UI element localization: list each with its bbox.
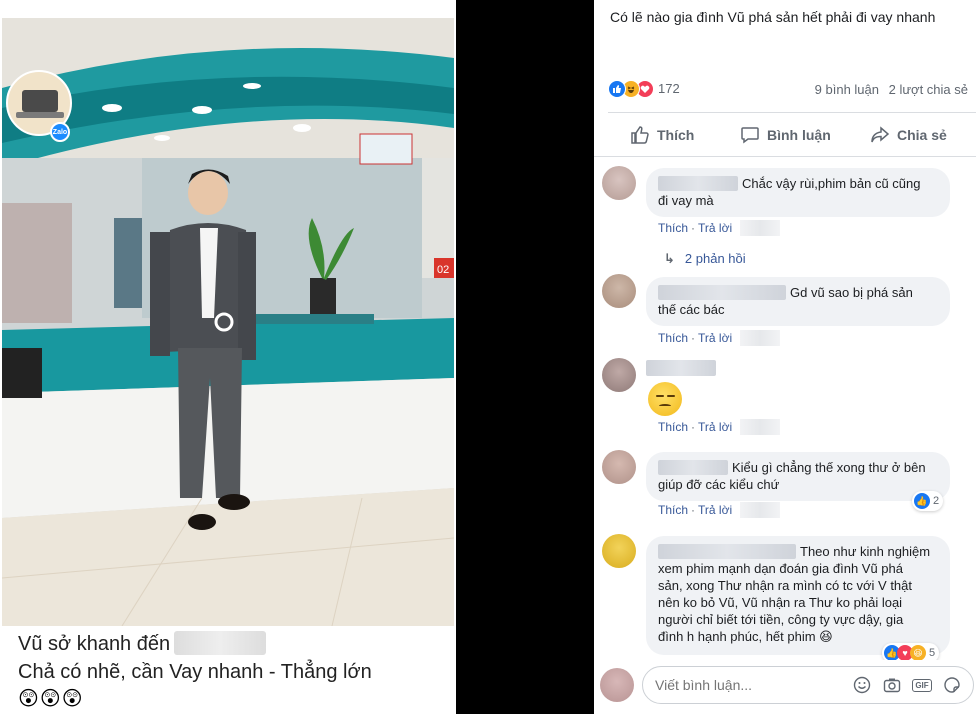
avatar[interactable] <box>602 534 636 568</box>
zalo-badge: Zalo <box>50 122 70 142</box>
like-button-label: Thích <box>657 127 695 143</box>
thumbs-up-icon <box>631 126 649 144</box>
caption-line-2: Chả có nhẽ, cần Vay nhanh - Thẳng lớn <box>18 661 372 683</box>
comment-like-link[interactable]: Thích <box>658 420 688 434</box>
post-stats: 9 bình luận 2 lượt chia sẻ <box>815 82 968 97</box>
comment-meta: Thích · Trả lời <box>658 330 781 346</box>
disappointed-face-icon <box>648 382 682 416</box>
blurred-timestamp <box>740 419 781 435</box>
gif-icon[interactable]: GIF <box>912 675 932 695</box>
photo-caption: Vũ sở khanh đến Chả có nhẽ, cần Vay nhan… <box>0 626 456 714</box>
avatar[interactable] <box>602 450 636 484</box>
comment-meta: Thích · Trả lời <box>658 502 781 518</box>
blurred-commenter-name[interactable] <box>658 460 728 475</box>
comment-text-cont: xem phim mạnh dạn đoán gia đình Vũ phá <box>658 561 904 576</box>
share-button[interactable]: Chia sẻ <box>870 120 947 150</box>
post-photo[interactable]: 02 Zalo <box>2 18 454 626</box>
card-top-strip <box>0 0 456 10</box>
blurred-name <box>174 631 267 655</box>
comment-text: Kiểu gì chẳng thế xong thư ở bên <box>732 460 926 475</box>
comment-reaction-count: 5 <box>929 647 936 659</box>
current-user-avatar <box>600 668 634 702</box>
comment-reaction-badge[interactable]: 👍 2 <box>912 491 944 511</box>
comment-count-link[interactable]: 9 bình luận <box>815 82 879 97</box>
post-action-bar: Thích Bình luận Chia sẻ <box>594 120 976 150</box>
comment-icon <box>741 127 759 144</box>
avatar[interactable] <box>602 166 636 200</box>
caption-line-1: Vũ sở khanh đến <box>18 630 440 658</box>
comment-text: Chắc vậy rùi,phim bản cũ cũng <box>742 176 921 191</box>
comment-text-cont: giúp đỡ các kiểu chứ <box>658 477 780 492</box>
comment-text-cont: nên ko bỏ Vũ, Vũ nhận ra Thư ko phải loạ… <box>658 595 903 610</box>
share-button-label: Chia sẻ <box>897 127 947 143</box>
blurred-commenter-name[interactable] <box>658 176 738 191</box>
comment-button[interactable]: Bình luận <box>740 120 831 150</box>
blurred-timestamp <box>740 220 781 236</box>
comment-reaction-count: 2 <box>933 495 940 507</box>
divider <box>594 156 976 157</box>
blurred-timestamp <box>740 502 781 518</box>
like-icon <box>608 80 626 98</box>
reaction-count: 172 <box>658 81 680 96</box>
avatar[interactable] <box>602 358 636 392</box>
caption-emojis: 😲😲😲 <box>18 688 84 710</box>
comment-like-link[interactable]: Thích <box>658 331 688 345</box>
blurred-timestamp <box>740 330 781 346</box>
blurred-commenter-name[interactable] <box>658 544 796 559</box>
camera-icon[interactable] <box>882 675 902 695</box>
blurred-commenter-name[interactable] <box>646 360 716 376</box>
sticker-icon[interactable] <box>942 675 962 695</box>
comment-meta: Thích · Trả lời <box>658 419 781 435</box>
composer-icons: GIF <box>852 675 962 695</box>
comment-bubble: Gd vũ sao bị phá sản thế các bác <box>646 277 950 326</box>
comment-reply-link[interactable]: Trả lời <box>698 331 732 345</box>
comment-reply-link[interactable]: Trả lời <box>698 420 732 434</box>
share-count-link[interactable]: 2 lượt chia sẻ <box>889 82 968 97</box>
divider <box>608 112 976 113</box>
emoji-icon[interactable] <box>852 675 872 695</box>
shared-photo-card: 02 Zalo Vũ sở khanh đến Chả có nhẽ, cần … <box>0 0 456 714</box>
comment-text: Gd vũ sao bị phá sản <box>790 285 913 300</box>
comment-text-cont: đi vay mà <box>658 193 714 208</box>
laptop-icon <box>16 90 64 118</box>
post-text: Có lẽ nào gia đình Vũ phá sản hết phải đ… <box>610 9 936 25</box>
reactions-summary[interactable]: 172 9 bình luận 2 lượt chia sẻ <box>608 80 976 100</box>
comment-like-link[interactable]: Thích <box>658 221 688 235</box>
comment-reply-link[interactable]: Trả lời <box>698 503 732 517</box>
comment-button-label: Bình luận <box>767 127 831 143</box>
blurred-commenter-name[interactable] <box>658 285 786 300</box>
comment-text-cont: thế các bác <box>658 302 725 317</box>
comment-text-cont: người chỉ biết tới tiền, công ty vực dậy… <box>658 612 904 627</box>
share-icon <box>871 126 890 143</box>
caption-line-1-text: Vũ sở khanh đến <box>18 633 171 655</box>
view-replies-link[interactable]: ↳ 2 phản hồi <box>664 251 746 267</box>
comment-bubble: Theo như kinh nghiệm xem phim mạnh dạn đ… <box>646 536 950 655</box>
post-comments-panel: Có lẽ nào gia đình Vũ phá sản hết phải đ… <box>594 0 976 714</box>
comment-composer: GIF <box>594 660 976 714</box>
comment-meta: Thích · Trả lời <box>658 220 781 236</box>
like-icon: 👍 <box>914 493 930 509</box>
comment-bubble: Chắc vậy rùi,phim bản cũ cũng đi vay mà <box>646 168 950 217</box>
replies-count: 2 phản hồi <box>684 251 746 266</box>
comment-bubble: Kiểu gì chẳng thế xong thư ở bên giúp đỡ… <box>646 452 950 501</box>
counter-number: 02 <box>437 264 449 276</box>
avatar[interactable] <box>602 274 636 308</box>
reply-arrow-icon: ↳ <box>664 251 675 266</box>
comment-like-link[interactable]: Thích <box>658 503 688 517</box>
comment-text-cont: đình h hạnh phúc, hết phim 😆 <box>658 629 833 644</box>
haha-icon: 😆 <box>910 645 926 661</box>
comment-text-cont: sản, xong Thư nhận ra mình có tc với V t… <box>658 578 913 593</box>
comment-text: Theo như kinh nghiệm <box>800 544 931 559</box>
like-button[interactable]: Thích <box>630 120 694 150</box>
comment-reply-link[interactable]: Trả lời <box>698 221 732 235</box>
